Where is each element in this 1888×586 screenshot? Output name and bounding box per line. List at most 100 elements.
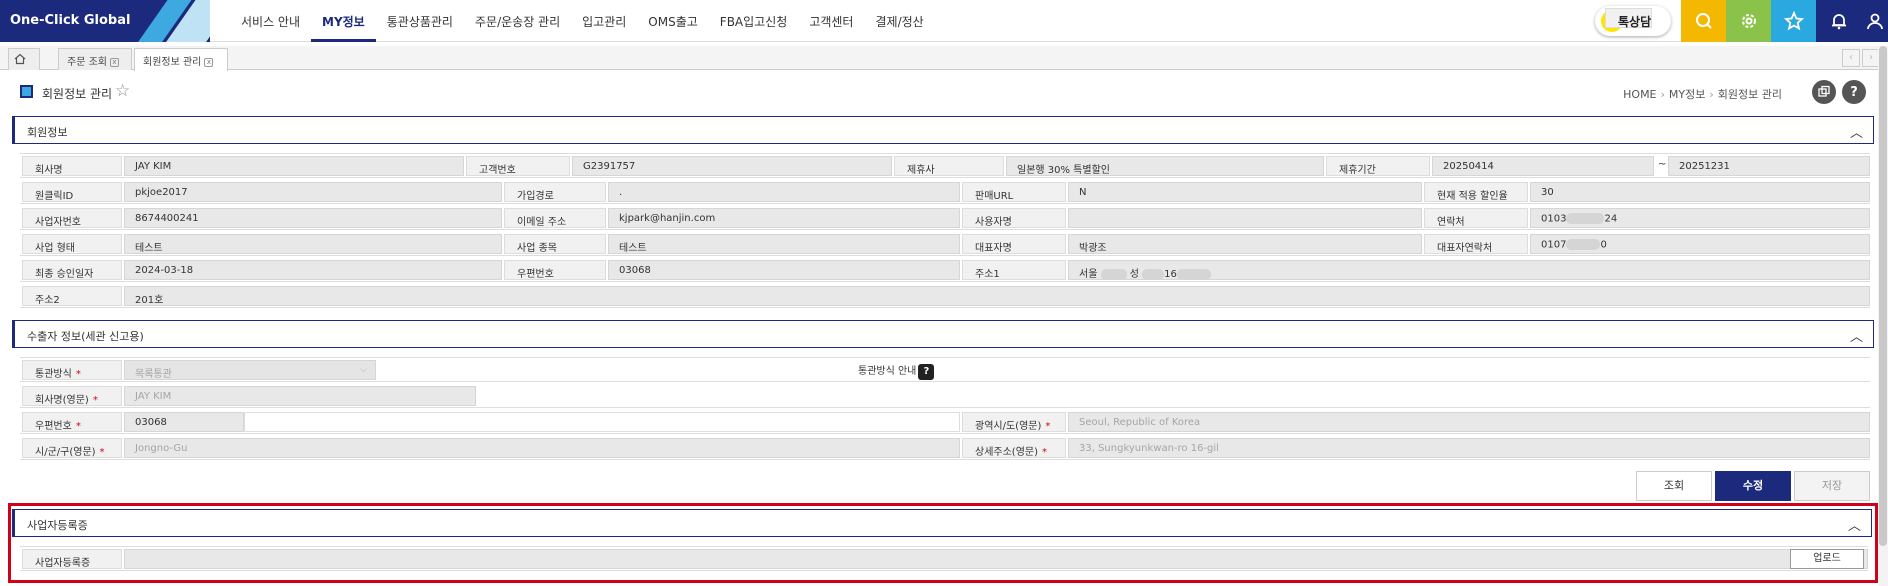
nav-item-orders[interactable]: 주문/운송장 관리 xyxy=(464,0,571,42)
exporter-zip-field[interactable]: 03068 xyxy=(124,412,244,432)
method-select-value: 목록통관 xyxy=(135,369,172,380)
method-guide: 통관방식 안내? xyxy=(858,362,935,380)
search-icon[interactable] xyxy=(1681,0,1726,42)
home-tab[interactable] xyxy=(8,48,40,70)
id-value: pkjoe2017 xyxy=(124,182,502,202)
edit-button[interactable]: 수정 xyxy=(1715,471,1791,501)
chat-consult-button[interactable]: 톡상담 xyxy=(1595,6,1671,36)
customer-no-value: G2391757 xyxy=(572,156,892,176)
bizreg-section-header[interactable]: 사업자등록증 ︿ xyxy=(12,509,1872,537)
nav-item-oms[interactable]: OMS출고 xyxy=(637,0,709,42)
city-en-label-text: 시/군/구(영문) xyxy=(35,447,96,458)
nav-item-payment[interactable]: 결제/정산 xyxy=(864,0,934,42)
nav-item-fba[interactable]: FBA입고신청 xyxy=(709,0,799,42)
company-en-label: 회사명(영문) * xyxy=(22,386,122,406)
method-label: 통관방식 * xyxy=(22,360,122,380)
zip-value: 03068 xyxy=(608,260,960,280)
close-icon[interactable]: x xyxy=(204,57,214,67)
search-button[interactable]: 조회 xyxy=(1636,471,1712,501)
biz-no-value: 8674400241 xyxy=(124,208,502,228)
partner-period-from: 20250414 xyxy=(1432,156,1654,176)
biz-type-value: 테스트 xyxy=(124,234,502,254)
nav-item-customs-products[interactable]: 통관상품관리 xyxy=(376,0,464,42)
email-label: 이메일 주소 xyxy=(504,208,606,228)
breadcrumb-my-info[interactable]: MY정보 xyxy=(1669,88,1705,101)
logo-text: One-Click Global xyxy=(10,13,131,28)
addr1-part-b: 성 xyxy=(1129,269,1139,280)
exporter-row-3: 우편번호 * 03068 광역시/도(영문) * Seoul, Republic o… xyxy=(20,410,1870,434)
city-en-field[interactable]: Jongno-Gu xyxy=(124,438,960,458)
province-en-label-text: 광역시/도(영문) xyxy=(975,421,1042,432)
chevron-up-icon[interactable]: ︿ xyxy=(1850,122,1863,141)
id-label: 원클릭ID xyxy=(22,182,122,202)
chat-consult-label: 톡상담 xyxy=(1605,8,1653,29)
exporter-grid: 통관방식 * 목록통관 ⌵ 통관방식 안내? 회사명(영문) * JAY KIM 우편… xyxy=(20,357,1870,463)
company-en-field[interactable]: JAY KIM xyxy=(124,386,476,406)
method-guide-label: 통관방식 안내 xyxy=(858,366,917,377)
contact-suffix: 24 xyxy=(1604,213,1618,225)
page-title: 회원정보 관리 xyxy=(42,87,113,101)
save-button[interactable]: 저장 xyxy=(1794,471,1870,501)
tab-scroll-left-button[interactable]: ‹ xyxy=(1842,49,1860,67)
zip-label: 우편번호 xyxy=(504,260,606,280)
exporter-section-title: 수출자 정보(세관 신고용) xyxy=(27,330,144,343)
logo[interactable]: One-Click Global xyxy=(0,0,210,42)
nav-item-my-info[interactable]: MY정보 xyxy=(311,0,376,42)
biz-item-value: 테스트 xyxy=(608,234,960,254)
method-select[interactable]: 목록통관 ⌵ xyxy=(124,360,376,380)
biz-item-label: 사업 종목 xyxy=(504,234,606,254)
chevron-up-icon[interactable]: ︿ xyxy=(1848,515,1861,534)
ceo-contact-prefix: 0107 xyxy=(1541,239,1567,251)
province-en-field[interactable]: Seoul, Republic of Korea xyxy=(1068,412,1870,432)
help-icon[interactable]: ? xyxy=(1842,80,1866,104)
tab-strip: 주문 조회 x 회원정보 관리 x ‹ › xyxy=(0,46,1888,71)
breadcrumb: HOME › MY정보 › 회원정보 관리 xyxy=(1623,86,1782,102)
member-info-section-header[interactable]: 회원정보 ︿ xyxy=(12,116,1874,144)
approved-label: 최종 승인일자 xyxy=(22,260,122,280)
nav-item-service-guide[interactable]: 서비스 안내 xyxy=(230,0,311,42)
breadcrumb-home[interactable]: HOME xyxy=(1623,88,1656,101)
city-en-label: 시/군/구(영문) * xyxy=(22,438,122,458)
help-icon[interactable]: ? xyxy=(918,364,935,380)
close-icon[interactable]: x xyxy=(109,57,119,67)
discount-value: 30 xyxy=(1530,182,1870,202)
main-menu: 서비스 안내 MY정보 통관상품관리 주문/운송장 관리 입고관리 OMS출고 … xyxy=(230,0,935,42)
ceo-contact-label: 대표자연락처 xyxy=(1424,234,1528,254)
nav-item-support[interactable]: 고객센터 xyxy=(798,0,864,42)
home-icon xyxy=(14,53,26,65)
redacted-mask xyxy=(1176,268,1211,279)
approved-value: 2024-03-18 xyxy=(124,260,502,280)
detail-en-label: 상세주소(영문) * xyxy=(962,438,1066,458)
exporter-section-header[interactable]: 수출자 정보(세관 신고용) ︿ xyxy=(12,320,1874,348)
breadcrumb-separator-icon: › xyxy=(1660,88,1665,101)
join-path-value: . xyxy=(608,182,960,202)
tab-member-info[interactable]: 회원정보 관리 x xyxy=(134,48,228,71)
star-icon[interactable] xyxy=(1771,0,1816,42)
method-label-text: 통관방식 xyxy=(35,369,72,380)
page-title-icon xyxy=(20,85,33,98)
sales-url-value: N xyxy=(1068,182,1422,202)
user-icon[interactable] xyxy=(1861,0,1888,42)
member-info-grid: 회사명 JAY KIM 고객번호 G2391757 제휴사 일본행 30% 특별… xyxy=(20,153,1870,317)
ceo-label: 대표자명 xyxy=(962,234,1066,254)
chevron-up-icon[interactable]: ︿ xyxy=(1850,326,1863,345)
upload-button[interactable]: 업로드 xyxy=(1790,549,1864,569)
company-en-label-text: 회사명(영문) xyxy=(35,395,89,406)
gear-icon[interactable] xyxy=(1726,0,1771,42)
tab-order-search[interactable]: 주문 조회 x xyxy=(58,48,132,70)
scrollbar-thumb[interactable] xyxy=(1879,46,1887,546)
addr1-value: 서울 성 16 xyxy=(1068,260,1870,280)
bell-icon[interactable] xyxy=(1816,0,1861,42)
bizreg-section-title: 사업자등록증 xyxy=(27,519,88,532)
breadcrumb-current: 회원정보 관리 xyxy=(1717,88,1782,101)
addr2-value: 201호 xyxy=(124,286,1870,306)
addr1-part-a: 서울 xyxy=(1079,269,1098,280)
biz-type-label: 사업 형태 xyxy=(22,234,122,254)
vertical-scrollbar[interactable] xyxy=(1878,46,1888,586)
detail-en-field[interactable]: 33, Sungkyunkwan-ro 16-gil xyxy=(1068,438,1870,458)
favorite-star-icon[interactable]: ☆ xyxy=(115,81,130,101)
sales-url-label: 판매URL xyxy=(962,182,1066,202)
nav-item-inbound[interactable]: 입고관리 xyxy=(571,0,637,42)
redacted-mask xyxy=(1566,213,1605,224)
copy-icon[interactable] xyxy=(1812,80,1836,104)
